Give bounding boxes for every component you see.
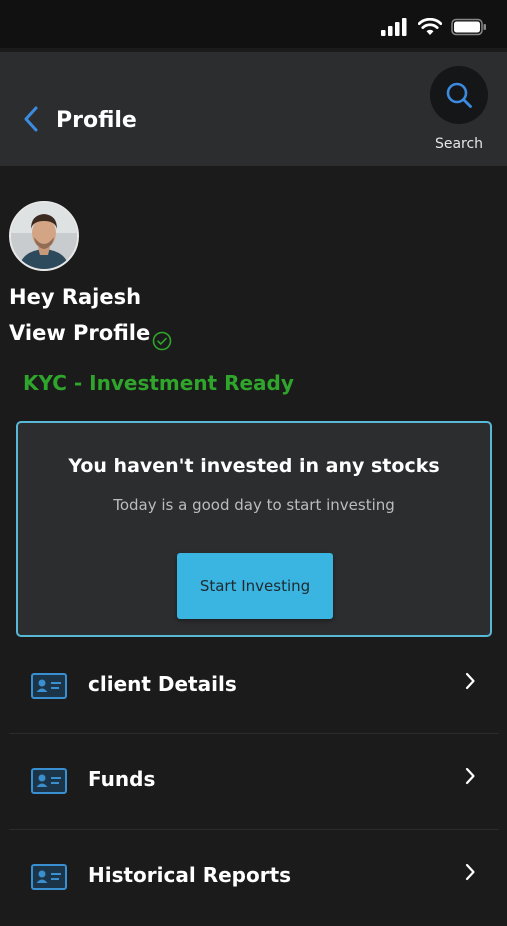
menu-item-label: client Details (88, 672, 237, 696)
menu-item-label: Funds (88, 767, 156, 791)
greeting-text: Hey Rajesh (9, 285, 142, 309)
search-icon (446, 82, 472, 108)
status-icons (381, 17, 487, 37)
no-investments-card: You haven't invested in any stocks Today… (16, 421, 492, 637)
card-title: You haven't invested in any stocks (68, 455, 440, 477)
menu-item-client-details[interactable]: client Details (9, 638, 499, 734)
signal-icon (381, 18, 407, 36)
wifi-icon (418, 18, 442, 35)
battery-icon (451, 18, 486, 36)
chevron-left-icon (24, 106, 38, 132)
menu-item-historical-reports[interactable]: Historical Reports (9, 830, 499, 926)
chevron-right-icon (465, 767, 475, 785)
search-button[interactable] (430, 66, 488, 124)
search-label[interactable]: Search (420, 136, 498, 152)
menu-item-funds[interactable]: Funds (9, 734, 499, 830)
verified-check-icon (152, 331, 172, 351)
chevron-right-icon (465, 863, 475, 881)
chevron-right-icon (465, 672, 475, 690)
start-investing-button[interactable]: Start Investing (177, 553, 333, 619)
kyc-status-label: KYC - Investment Ready (23, 371, 294, 395)
id-card-icon (31, 768, 67, 794)
avatar-image (11, 203, 77, 269)
id-card-icon (31, 864, 67, 890)
app-header: Profile Search (0, 52, 507, 166)
status-bar (0, 0, 507, 48)
card-subtitle: Today is a good day to start investing (113, 496, 395, 514)
view-profile-link[interactable]: View Profile (9, 321, 150, 345)
page-title: Profile (56, 108, 137, 133)
menu-item-label: Historical Reports (88, 863, 292, 887)
id-card-icon (31, 673, 67, 699)
avatar[interactable] (9, 201, 79, 271)
back-button[interactable] (16, 102, 46, 136)
